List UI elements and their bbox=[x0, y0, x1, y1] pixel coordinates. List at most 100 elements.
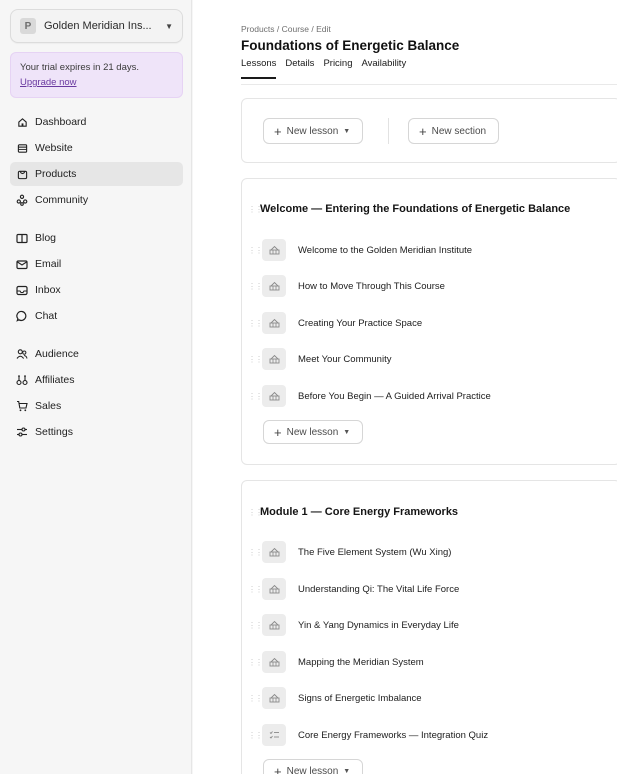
sidebar-item-email[interactable]: Email bbox=[10, 252, 183, 276]
drag-handle-icon[interactable]: ⋮⋮ bbox=[248, 205, 263, 214]
lesson-row[interactable]: ⋮⋮ Yin & Yang Dynamics in Everyday Life bbox=[248, 613, 459, 637]
lesson-title: Meet Your Community bbox=[298, 353, 392, 365]
lesson-row[interactable]: ⋮⋮ How to Move Through This Course bbox=[248, 274, 445, 298]
new-lesson-label: New lesson bbox=[286, 426, 339, 438]
lesson-row[interactable]: ⋮⋮ The Five Element System (Wu Xing) bbox=[248, 540, 451, 564]
sidebar-item-dashboard[interactable]: Dashboard bbox=[10, 110, 183, 134]
nav-divider bbox=[10, 330, 183, 342]
workspace-switcher[interactable]: P Golden Meridian Ins... ▼ bbox=[10, 9, 183, 43]
nav-divider bbox=[10, 214, 183, 226]
video-icon bbox=[262, 385, 286, 407]
new-lesson-button[interactable]: + New lesson ▼ bbox=[263, 118, 364, 144]
section-header[interactable]: ⋮⋮ Welcome — Entering the Foundations of… bbox=[248, 203, 570, 215]
products-icon bbox=[16, 168, 28, 180]
chat-icon bbox=[16, 310, 28, 322]
tabs-divider bbox=[241, 84, 617, 85]
lesson-row[interactable]: ⋮⋮ Meet Your Community bbox=[248, 347, 391, 371]
lesson-title: Creating Your Practice Space bbox=[298, 317, 423, 329]
tab-lessons[interactable]: Lessons bbox=[241, 58, 277, 79]
video-icon bbox=[262, 348, 286, 370]
lesson-title: Before You Begin — A Guided Arrival Prac… bbox=[298, 390, 491, 402]
drag-handle-icon[interactable]: ⋮⋮ bbox=[248, 319, 263, 328]
lesson-row[interactable]: ⋮⋮ Signs of Energetic Imbalance bbox=[248, 686, 422, 710]
sidebar-item-blog[interactable]: Blog bbox=[10, 226, 183, 250]
sidebar-item-inbox[interactable]: Inbox bbox=[10, 278, 183, 302]
lesson-title: Welcome to the Golden Meridian Institute bbox=[298, 244, 473, 256]
lesson-title: How to Move Through This Course bbox=[298, 280, 445, 292]
drag-handle-icon[interactable]: ⋮⋮ bbox=[248, 548, 263, 557]
breadcrumb: Products / Course / Edit bbox=[241, 24, 331, 34]
add-content-toolbar: + New lesson ▼ + New section bbox=[241, 98, 617, 163]
plus-icon: + bbox=[274, 763, 282, 774]
community-icon bbox=[16, 194, 28, 206]
lesson-row[interactable]: ⋮⋮ Welcome to the Golden Meridian Instit… bbox=[248, 238, 472, 262]
drag-handle-icon[interactable]: ⋮⋮ bbox=[248, 731, 263, 740]
video-icon bbox=[262, 614, 286, 636]
section-title: Welcome — Entering the Foundations of En… bbox=[260, 203, 571, 215]
drag-handle-icon[interactable]: ⋮⋮ bbox=[248, 355, 263, 364]
video-icon bbox=[262, 541, 286, 563]
cart-icon bbox=[16, 400, 28, 412]
new-lesson-label: New lesson bbox=[286, 765, 339, 774]
sidebar-item-community[interactable]: Community bbox=[10, 188, 183, 212]
chevron-down-icon: ▼ bbox=[343, 127, 351, 135]
lesson-row[interactable]: ⋮⋮ Core Energy Frameworks — Integration … bbox=[248, 723, 488, 747]
sidebar-item-label: Community bbox=[35, 194, 89, 206]
sidebar-item-audience[interactable]: Audience bbox=[10, 342, 183, 366]
sliders-icon bbox=[16, 426, 28, 438]
lesson-row[interactable]: ⋮⋮ Understanding Qi: The Vital Life Forc… bbox=[248, 577, 459, 601]
lesson-title: Understanding Qi: The Vital Life Force bbox=[298, 583, 460, 595]
book-icon bbox=[16, 232, 28, 244]
tab-availability[interactable]: Availability bbox=[361, 58, 406, 79]
new-section-label: New section bbox=[431, 125, 487, 137]
main-content: Products / Course / Edit Foundations of … bbox=[193, 0, 617, 774]
sidebar-item-sales[interactable]: Sales bbox=[10, 394, 183, 418]
video-icon bbox=[262, 578, 286, 600]
sidebar-nav: Dashboard Website Products Community Blo… bbox=[10, 110, 183, 444]
drag-handle-icon[interactable]: ⋮⋮ bbox=[248, 658, 263, 667]
drag-handle-icon[interactable]: ⋮⋮ bbox=[248, 694, 263, 703]
plus-icon: + bbox=[274, 424, 282, 440]
section-header[interactable]: ⋮⋮ Module 1 — Core Energy Frameworks bbox=[248, 506, 458, 518]
lesson-row[interactable]: ⋮⋮ Creating Your Practice Space bbox=[248, 311, 422, 335]
chevron-down-icon: ▼ bbox=[165, 21, 173, 31]
tab-details[interactable]: Details bbox=[285, 58, 314, 79]
new-lesson-label: New lesson bbox=[286, 125, 339, 137]
drag-handle-icon[interactable]: ⋮⋮ bbox=[248, 246, 263, 255]
lesson-title: Yin & Yang Dynamics in Everyday Life bbox=[298, 619, 459, 631]
drag-handle-icon[interactable]: ⋮⋮ bbox=[248, 392, 263, 401]
sidebar-item-label: Sales bbox=[35, 400, 62, 412]
sidebar-item-label: Products bbox=[35, 168, 77, 180]
new-lesson-button[interactable]: + New lesson ▼ bbox=[263, 420, 364, 444]
drag-handle-icon[interactable]: ⋮⋮ bbox=[248, 282, 263, 291]
lesson-title: Core Energy Frameworks — Integration Qui… bbox=[298, 729, 489, 741]
sidebar-item-chat[interactable]: Chat bbox=[10, 304, 183, 328]
upgrade-link[interactable]: Upgrade now bbox=[20, 76, 173, 89]
sidebar-item-website[interactable]: Website bbox=[10, 136, 183, 160]
trial-banner: Your trial expires in 21 days. Upgrade n… bbox=[10, 52, 183, 98]
section-title: Module 1 — Core Energy Frameworks bbox=[260, 506, 459, 518]
new-section-button[interactable]: + New section bbox=[408, 118, 500, 144]
sidebar-item-products[interactable]: Products bbox=[10, 162, 183, 186]
sidebar-item-settings[interactable]: Settings bbox=[10, 420, 183, 444]
lesson-row[interactable]: ⋮⋮ Mapping the Meridian System bbox=[248, 650, 424, 674]
trial-text: Your trial expires in 21 days. bbox=[20, 62, 139, 73]
lesson-row[interactable]: ⋮⋮ Before You Begin — A Guided Arrival P… bbox=[248, 384, 491, 408]
sidebar-item-affiliates[interactable]: Affiliates bbox=[10, 368, 183, 392]
tab-pricing[interactable]: Pricing bbox=[323, 58, 352, 79]
video-icon bbox=[262, 239, 286, 261]
sidebar-item-label: Chat bbox=[35, 310, 58, 322]
sidebar-item-label: Settings bbox=[35, 426, 73, 438]
toolbar-divider bbox=[388, 118, 389, 144]
lesson-title: Signs of Energetic Imbalance bbox=[298, 692, 422, 704]
drag-handle-icon[interactable]: ⋮⋮ bbox=[248, 621, 263, 630]
new-lesson-button[interactable]: + New lesson ▼ bbox=[263, 759, 364, 774]
tab-bar: Lessons Details Pricing Availability bbox=[241, 58, 415, 79]
website-icon bbox=[16, 142, 28, 154]
drag-handle-icon[interactable]: ⋮⋮ bbox=[248, 508, 263, 517]
users-icon bbox=[16, 348, 28, 360]
chevron-down-icon: ▼ bbox=[343, 428, 351, 436]
sidebar-item-label: Blog bbox=[35, 232, 57, 244]
drag-handle-icon[interactable]: ⋮⋮ bbox=[248, 585, 263, 594]
sidebar: P Golden Meridian Ins... ▼ Your trial ex… bbox=[0, 0, 192, 774]
